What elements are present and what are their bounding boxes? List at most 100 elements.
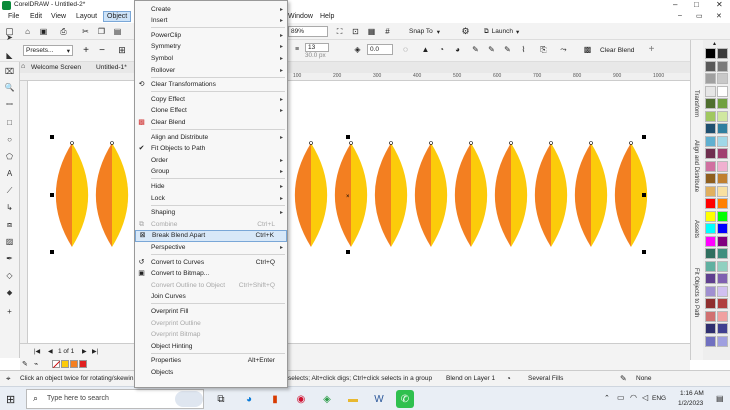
palette-swatch[interactable] [717, 223, 728, 234]
first-page-icon[interactable]: |◀ [34, 348, 40, 355]
menu-item-clear-blend[interactable]: ▩ Clear Blend [135, 116, 287, 128]
palette-swatch[interactable] [717, 148, 728, 159]
direct-blend-icon[interactable]: ▲ [420, 44, 431, 55]
smart-fill-tool-icon[interactable]: ⬥ [4, 287, 15, 298]
palette-swatch[interactable] [717, 110, 728, 122]
selection-handle[interactable] [346, 250, 350, 254]
copy-icon[interactable]: ❐ [96, 26, 107, 37]
leaf-node-handle[interactable] [589, 141, 593, 145]
palette-swatch[interactable] [705, 323, 716, 334]
menu-help[interactable]: Help [320, 13, 334, 20]
clockwise-blend-icon[interactable]: ◔ [436, 44, 447, 55]
docker-tab-transform[interactable]: Transform [693, 90, 699, 117]
palette-swatch[interactable] [717, 135, 728, 147]
menu-item-break-blend-apart[interactable]: ⊠ Break Blend Apart Ctrl+K [135, 229, 287, 242]
palette-swatch[interactable] [717, 60, 728, 72]
selection-handle[interactable] [50, 250, 54, 254]
menu-item-insert[interactable]: Insert ▸ [135, 15, 287, 27]
menu-item-convert-to-bitmap[interactable]: ▣ Convert to Bitmap... [135, 268, 287, 280]
palette-swatch[interactable] [705, 335, 716, 347]
minimize-button[interactable]: – [673, 0, 677, 9]
task-view-icon[interactable]: ⧉ [212, 390, 230, 408]
menu-item-create[interactable]: Create ▸ [135, 3, 287, 15]
menu-item-overprint-bitmap[interactable]: Overprint Bitmap [135, 329, 287, 341]
clock-time[interactable]: 1:16 AM [680, 390, 704, 397]
blend-steps-field[interactable]: 13 [305, 43, 329, 52]
palette-swatch[interactable] [717, 85, 728, 97]
tab-untitled-1[interactable]: Untitled-1* [96, 64, 127, 71]
menu-item-objects[interactable]: Objects [135, 366, 287, 378]
palette-swatch[interactable] [705, 185, 716, 197]
palette-swatch[interactable] [705, 223, 716, 234]
leaf-shape[interactable] [454, 141, 488, 248]
palette-swatch[interactable] [705, 148, 716, 159]
menu-file[interactable]: File [8, 13, 19, 20]
edge-icon[interactable]: ◕ [240, 390, 258, 408]
palette-swatch[interactable] [705, 210, 716, 222]
menu-item-align-and-distribute[interactable]: Align and Distribute ▸ [135, 131, 287, 143]
ellipse-tool-icon[interactable]: ○ [4, 134, 15, 145]
windows-start-icon[interactable]: ⊞ [6, 393, 15, 406]
menu-item-order[interactable]: Order ▸ [135, 154, 287, 166]
leaf-node-handle[interactable] [349, 141, 353, 145]
connector-tool-icon[interactable]: ↳ [4, 202, 15, 213]
taskbar-search-box[interactable]: ⌕ Type here to search [26, 389, 204, 409]
palette-scroll-up-icon[interactable]: ▴ [713, 40, 716, 47]
menu-item-combine[interactable]: ⧉ Combine Ctrl+L [135, 218, 287, 230]
menu-object[interactable]: Object [103, 11, 132, 22]
leaf-node-handle[interactable] [309, 141, 313, 145]
color-acceleration-icon[interactable]: ✎ [486, 44, 497, 55]
zoom-level-field[interactable]: 89% [288, 26, 328, 37]
palette-swatch[interactable] [717, 298, 728, 309]
menu-item-shaping[interactable]: Shaping ▸ [135, 207, 287, 219]
word-icon[interactable]: W [370, 390, 388, 408]
freehand-tool-icon[interactable]: ꟷ [4, 99, 15, 110]
palette-swatch[interactable] [705, 48, 716, 59]
palette-swatch[interactable] [717, 48, 728, 59]
home-icon[interactable]: ⌂ [21, 63, 25, 70]
palette-swatch[interactable] [717, 335, 728, 347]
menu-view[interactable]: View [51, 13, 66, 20]
leaf-shape[interactable] [55, 141, 89, 248]
palette-swatch[interactable] [717, 98, 728, 109]
palette-swatch[interactable] [705, 123, 716, 134]
selection-handle[interactable] [50, 135, 54, 139]
next-page-icon[interactable]: ▶ [82, 348, 87, 355]
menu-item-symbol[interactable]: Symbol ▸ [135, 52, 287, 64]
add-toolbar-icon[interactable]: + [646, 44, 657, 55]
clock-date[interactable]: 1/2/2023 [678, 400, 703, 407]
cut-icon[interactable]: ✂ [80, 26, 91, 37]
file-explorer-icon[interactable]: ▬ [344, 390, 362, 408]
rectangle-tool-icon[interactable]: □ [4, 117, 15, 128]
menu-item-overprint-fill[interactable]: Overprint Fill [135, 305, 287, 317]
palette-swatch[interactable] [705, 135, 716, 147]
menu-item-lock[interactable]: Lock ▸ [135, 192, 287, 204]
menu-item-symmetry[interactable]: Symmetry ▸ [135, 41, 287, 53]
menu-item-convert-outline-to-object[interactable]: Convert Outline to Object Ctrl+Shift+Q [135, 279, 287, 291]
office-icon[interactable]: ▮ [266, 390, 284, 408]
grid-icon[interactable]: # [382, 26, 393, 37]
blend-tool-icon[interactable]: ⧈ [4, 219, 15, 230]
palette-swatch[interactable] [705, 160, 716, 172]
menu-item-join-curves[interactable]: Join Curves [135, 291, 287, 303]
pick-tool-icon[interactable]: ➤ [4, 32, 15, 43]
palette-swatch[interactable] [717, 310, 728, 322]
text-tool-icon[interactable]: A [4, 168, 15, 179]
save-icon[interactable]: ▣ [38, 26, 49, 37]
menu-window[interactable]: Window [288, 13, 313, 20]
palette-swatch[interactable] [705, 98, 716, 109]
palette-swatch[interactable] [705, 60, 716, 72]
interactive-fill-tool-icon[interactable]: ◇ [4, 270, 15, 281]
palette-swatch[interactable] [705, 173, 716, 184]
leaf-shape[interactable] [414, 141, 448, 248]
paste-icon[interactable]: ▤ [112, 26, 123, 37]
shape-tool-icon[interactable]: ◣ [4, 50, 15, 61]
menu-item-clear-transformations[interactable]: ⟲ Clear Transformations [135, 79, 287, 91]
leaf-shape[interactable] [494, 141, 528, 248]
menu-item-fit-objects-to-path[interactable]: ✔ Fit Objects to Path [135, 143, 287, 155]
options-gear-icon[interactable]: ⚙ [460, 26, 471, 37]
palette-swatch[interactable] [717, 185, 728, 197]
selection-handle[interactable] [346, 135, 350, 139]
print-icon[interactable]: ⎙ [58, 26, 69, 37]
snap-to-dropdown[interactable]: Snap To ▾ [408, 26, 452, 37]
